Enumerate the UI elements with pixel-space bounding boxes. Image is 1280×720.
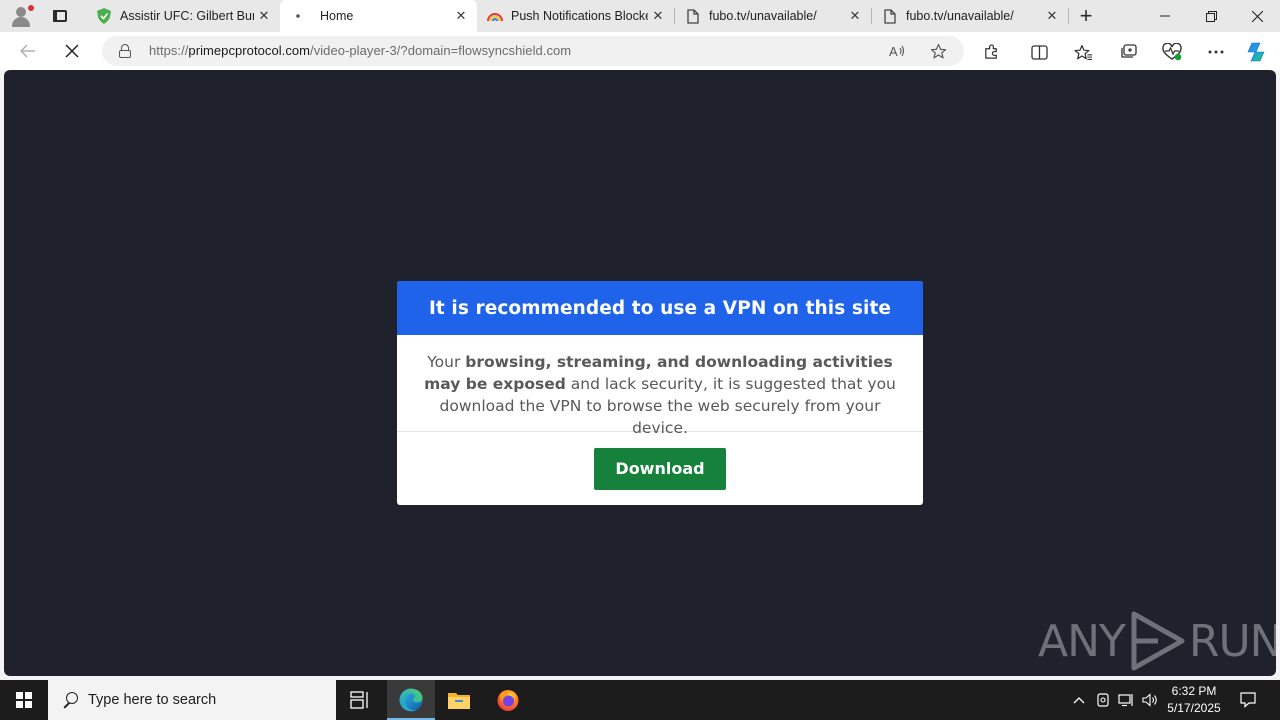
minimize-icon[interactable] bbox=[1142, 0, 1188, 32]
close-window-icon[interactable] bbox=[1234, 0, 1280, 32]
tab-fubo-1[interactable]: fubo.tv/unavailable/ ✕ bbox=[675, 0, 871, 32]
task-view-icon[interactable] bbox=[336, 680, 384, 720]
lock-icon[interactable] bbox=[119, 44, 131, 58]
close-tab-icon[interactable]: ✕ bbox=[451, 6, 471, 26]
play-triangle-icon bbox=[1131, 611, 1185, 671]
collections-icon[interactable] bbox=[1117, 41, 1139, 63]
page-viewport: It is recommended to use a VPN on this s… bbox=[4, 70, 1276, 676]
close-tab-icon[interactable]: ✕ bbox=[254, 6, 274, 26]
more-options-icon[interactable] bbox=[1205, 41, 1227, 63]
close-tab-icon[interactable]: ✕ bbox=[1042, 6, 1062, 26]
tab-ufc[interactable]: Assistir UFC: Gilbert Burns ✕ bbox=[86, 0, 280, 32]
taskbar-search-box[interactable]: Type here to search bbox=[48, 680, 336, 720]
restore-icon[interactable] bbox=[1188, 0, 1234, 32]
back-arrow-icon[interactable] bbox=[16, 39, 40, 63]
svg-text:A: A bbox=[889, 44, 898, 59]
rainbow-icon bbox=[487, 8, 503, 24]
loading-dot-icon bbox=[290, 8, 306, 24]
new-tab-plus-icon[interactable]: + bbox=[1074, 4, 1098, 28]
split-screen-icon[interactable] bbox=[1028, 41, 1050, 63]
network-icon[interactable] bbox=[1115, 680, 1137, 720]
tab-home[interactable]: Home ✕ bbox=[280, 0, 477, 32]
close-tab-icon[interactable]: ✕ bbox=[845, 6, 865, 26]
windows-logo-icon bbox=[16, 692, 32, 708]
tab-fubo-2[interactable]: fubo.tv/unavailable/ ✕ bbox=[872, 0, 1068, 32]
tab-title: Assistir UFC: Gilbert Burns bbox=[120, 9, 254, 23]
stop-loading-icon[interactable] bbox=[60, 39, 84, 63]
modal-title: It is recommended to use a VPN on this s… bbox=[397, 281, 923, 335]
tab-separator bbox=[1068, 8, 1069, 24]
search-icon bbox=[62, 692, 78, 709]
start-button[interactable] bbox=[0, 680, 48, 720]
windows-taskbar: Type here to search 6:32 PM 5/17/2025 bbox=[0, 680, 1280, 720]
tab-title: fubo.tv/unavailable/ bbox=[906, 9, 1014, 23]
vpn-recommendation-modal: It is recommended to use a VPN on this s… bbox=[397, 281, 923, 505]
download-button[interactable]: Download bbox=[594, 447, 726, 490]
tab-strip: Assistir UFC: Gilbert Burns ✕ Home ✕ Pus… bbox=[0, 0, 1280, 32]
green-shield-icon bbox=[96, 8, 112, 24]
volume-icon[interactable] bbox=[1139, 680, 1163, 720]
close-tab-icon[interactable]: ✕ bbox=[648, 6, 668, 26]
favorite-star-icon[interactable] bbox=[928, 41, 948, 61]
tab-push-notifications[interactable]: Push Notifications Blocker ✕ bbox=[477, 0, 674, 32]
clock-time: 6:32 PM bbox=[1171, 684, 1217, 698]
address-bar[interactable]: https://primepcprotocol.com/video-player… bbox=[102, 36, 964, 66]
taskbar-clock[interactable]: 6:32 PM 5/17/2025 bbox=[1162, 683, 1226, 717]
page-icon bbox=[685, 8, 701, 24]
favorites-icon[interactable] bbox=[1072, 41, 1094, 63]
tab-title: Home bbox=[320, 9, 354, 23]
clock-date: 5/17/2025 bbox=[1167, 701, 1221, 715]
browser-essentials-icon[interactable] bbox=[1161, 41, 1183, 63]
page-icon bbox=[882, 8, 898, 24]
edge-taskbar-icon[interactable] bbox=[387, 680, 435, 720]
extensions-puzzle-icon[interactable] bbox=[980, 41, 1002, 63]
copilot-icon[interactable] bbox=[1246, 41, 1268, 63]
modal-message: Your browsing, streaming, and downloadin… bbox=[424, 353, 896, 437]
tab-actions-icon[interactable] bbox=[50, 6, 70, 26]
search-placeholder: Type here to search bbox=[88, 692, 217, 708]
tab-title: fubo.tv/unavailable/ bbox=[709, 9, 817, 23]
browser-toolbar: https://primepcprotocol.com/video-player… bbox=[0, 32, 1280, 70]
meet-now-icon[interactable] bbox=[1092, 680, 1114, 720]
modal-footer: Download bbox=[397, 432, 923, 505]
tab-title: Push Notifications Blocker bbox=[511, 9, 648, 23]
firefox-icon[interactable] bbox=[484, 680, 532, 720]
show-hidden-icons-chevron-icon[interactable] bbox=[1068, 680, 1090, 720]
anyrun-watermark: ANY RUN bbox=[1038, 608, 1276, 674]
notification-center-icon[interactable] bbox=[1234, 680, 1262, 720]
profile-icon[interactable] bbox=[8, 4, 34, 28]
read-aloud-icon[interactable]: A bbox=[888, 41, 908, 61]
url-text[interactable]: https://primepcprotocol.com/video-player… bbox=[149, 43, 571, 58]
file-explorer-icon[interactable] bbox=[435, 680, 483, 720]
